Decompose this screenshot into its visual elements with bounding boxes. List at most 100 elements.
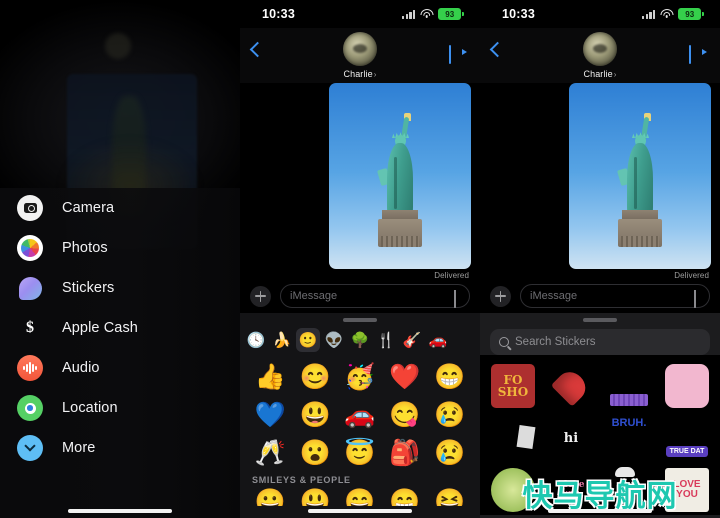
emoji-item[interactable]: 😀	[248, 488, 293, 506]
imessage-input[interactable]: iMessage	[520, 284, 710, 308]
emoji-item[interactable]: ❤️	[382, 360, 427, 394]
sticker-i-love-you[interactable]: i love you	[543, 465, 599, 515]
sticker-bruh[interactable]: BRUH.	[601, 413, 657, 463]
emoji-item[interactable]: 😊	[293, 360, 338, 394]
contact-header[interactable]: Charlie›	[480, 32, 720, 79]
sticker-hi[interactable]: hi	[543, 413, 599, 463]
sticker-love-you[interactable]: LOVE YOU	[659, 465, 715, 515]
emoji-item[interactable]: 😃	[293, 488, 338, 506]
video-call-icon[interactable]	[689, 45, 707, 64]
cellular-signal-icon	[642, 9, 656, 19]
sticker-label: FO SHO	[497, 373, 529, 399]
battery-icon: 93	[438, 8, 464, 20]
emoji-item[interactable]: 🎒	[382, 436, 427, 470]
creatures-tab[interactable]: 👽	[322, 328, 346, 352]
emoji-item[interactable]: 👍	[248, 360, 293, 394]
drawer-label-camera: Camera	[62, 200, 115, 216]
status-bar: 10:33 93	[240, 0, 480, 28]
drawer-item-photos[interactable]: Photos	[0, 228, 240, 268]
sticker-chef-guy[interactable]	[601, 465, 657, 515]
travel-tab[interactable]: 🚗	[426, 328, 450, 352]
search-stickers-input[interactable]: Search Stickers	[490, 329, 710, 355]
delivered-status: Delivered	[674, 271, 709, 280]
drawer-item-apple-cash[interactable]: $ Apple Cash	[0, 308, 240, 348]
emoji-category-tabs: 🕓 🍌 🙂 👽 🌳 🍴 🎸 🚗	[240, 322, 480, 356]
status-bar: 10:33 93	[480, 0, 720, 28]
emoji-item[interactable]: 😄	[338, 488, 383, 506]
recents-tab[interactable]: 🕓	[244, 328, 268, 352]
search-icon	[499, 337, 509, 347]
emoji-item[interactable]: 😢	[427, 398, 472, 432]
search-placeholder: Search Stickers	[515, 336, 596, 348]
battery-icon: 93	[678, 8, 704, 20]
photo-message-bubble[interactable]	[329, 83, 471, 269]
panel-sticker-browser: 10:33 93 Charlie› Delivered iMessage Sea…	[480, 0, 720, 518]
emoji-item[interactable]: 😇	[338, 436, 383, 470]
app-drawer-sheet: Camera Photos Stickers $ Apple Cash Audi…	[0, 188, 240, 518]
dimmed-moon-shape	[105, 33, 131, 59]
photo-message-bubble[interactable]	[569, 83, 711, 269]
drawer-item-more[interactable]: More	[0, 428, 240, 468]
contact-header[interactable]: Charlie›	[240, 32, 480, 79]
disclosure-chevron-icon: ›	[373, 69, 377, 79]
camera-icon	[17, 195, 43, 221]
imessage-input[interactable]: iMessage	[280, 284, 470, 308]
statue-of-liberty-photo	[375, 113, 425, 247]
stickers-icon	[17, 275, 43, 301]
sticker-heart-guy[interactable]	[543, 361, 599, 411]
sticker-label: TRUE DAT	[665, 446, 709, 457]
drag-handle[interactable]	[583, 318, 617, 322]
drawer-label-stickers: Stickers	[62, 280, 115, 296]
sticker-love-bubble[interactable]	[659, 361, 715, 411]
video-call-icon[interactable]	[449, 45, 467, 64]
emoji-item[interactable]: 😁	[382, 488, 427, 506]
contact-name: Charlie›	[343, 68, 377, 79]
sticker-grid: FO SHO hi BRUH. TRUE DAT i love you LOVE…	[480, 355, 720, 515]
drawer-item-location[interactable]: Location	[0, 388, 240, 428]
emoji-section-title: SMILEYS & PEOPLE	[252, 475, 351, 485]
activity-tab[interactable]: 🎸	[400, 328, 424, 352]
sticker-browser: Search Stickers FO SHO hi BRUH. TRUE DAT…	[480, 313, 720, 518]
emoji-item[interactable]: 😢	[427, 436, 472, 470]
panel-app-drawer: Camera Photos Stickers $ Apple Cash Audi…	[0, 0, 240, 518]
emoji-item[interactable]: 🚗	[338, 398, 383, 432]
nav-bar: Charlie›	[240, 28, 480, 83]
home-indicator	[68, 509, 172, 513]
emoji-item[interactable]: 😃	[293, 398, 338, 432]
sticker-guy-reading[interactable]	[485, 413, 541, 463]
nature-tab[interactable]: 🌳	[348, 328, 372, 352]
statue-of-liberty-photo	[615, 113, 665, 247]
drawer-item-audio[interactable]: Audio	[0, 348, 240, 388]
status-time: 10:33	[502, 7, 535, 21]
drawer-item-stickers[interactable]: Stickers	[0, 268, 240, 308]
drawer-label-audio: Audio	[62, 360, 100, 376]
mic-icon[interactable]	[694, 290, 701, 308]
message-input-bar: iMessage	[240, 283, 480, 309]
battery-level: 93	[685, 9, 695, 19]
photos-icon	[17, 235, 43, 261]
utensils-tab[interactable]: 🍴	[374, 328, 398, 352]
audio-icon	[17, 355, 43, 381]
emoji-item[interactable]: 😮	[293, 436, 338, 470]
plus-apps-button[interactable]	[490, 285, 511, 307]
plus-apps-button[interactable]	[250, 285, 271, 307]
mic-icon[interactable]	[454, 290, 461, 308]
sticker-fo-sho[interactable]: FO SHO	[485, 361, 541, 411]
drawer-item-camera[interactable]: Camera	[0, 188, 240, 228]
sticker-guy-purple[interactable]	[601, 361, 657, 411]
emoji-item[interactable]: 😆	[427, 488, 472, 506]
location-icon	[17, 395, 43, 421]
emoji-item[interactable]: 😁	[427, 360, 472, 394]
home-indicator	[548, 509, 652, 513]
drawer-label-location: Location	[62, 400, 118, 416]
sticker-laptop-guy[interactable]	[485, 465, 541, 515]
emoji-item[interactable]: 🥳	[338, 360, 383, 394]
emoji-item[interactable]: 🥂	[248, 436, 293, 470]
emoji-grid-next-row: 😀 😃 😄 😁 😆	[240, 488, 480, 506]
food-tab[interactable]: 🍌	[270, 328, 294, 352]
smileys-tab[interactable]: 🙂	[296, 328, 320, 352]
emoji-item[interactable]: 💙	[248, 398, 293, 432]
sticker-true-dat[interactable]: TRUE DAT	[659, 413, 715, 463]
contact-name: Charlie›	[583, 68, 617, 79]
emoji-item[interactable]: 😋	[382, 398, 427, 432]
